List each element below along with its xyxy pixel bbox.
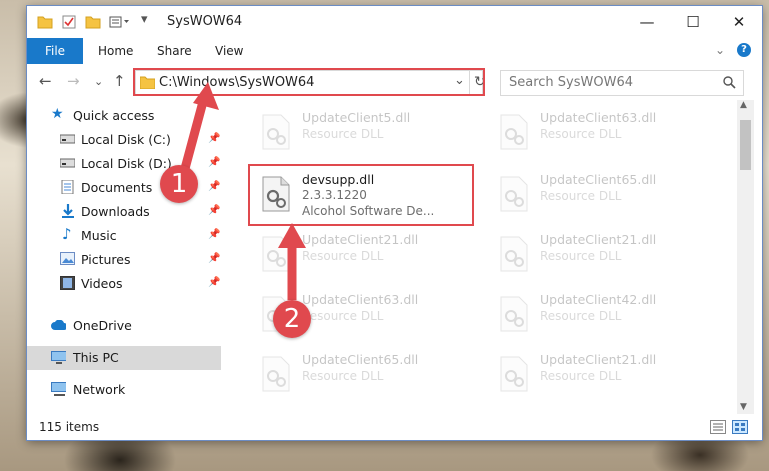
annotation-arrows <box>178 82 306 300</box>
step-badge-2: 2 <box>273 300 311 338</box>
arrow-1 <box>178 96 209 178</box>
step-badge-1: 1 <box>160 165 198 203</box>
arrow-2-head <box>278 223 306 248</box>
arrow-1-head <box>193 82 219 110</box>
